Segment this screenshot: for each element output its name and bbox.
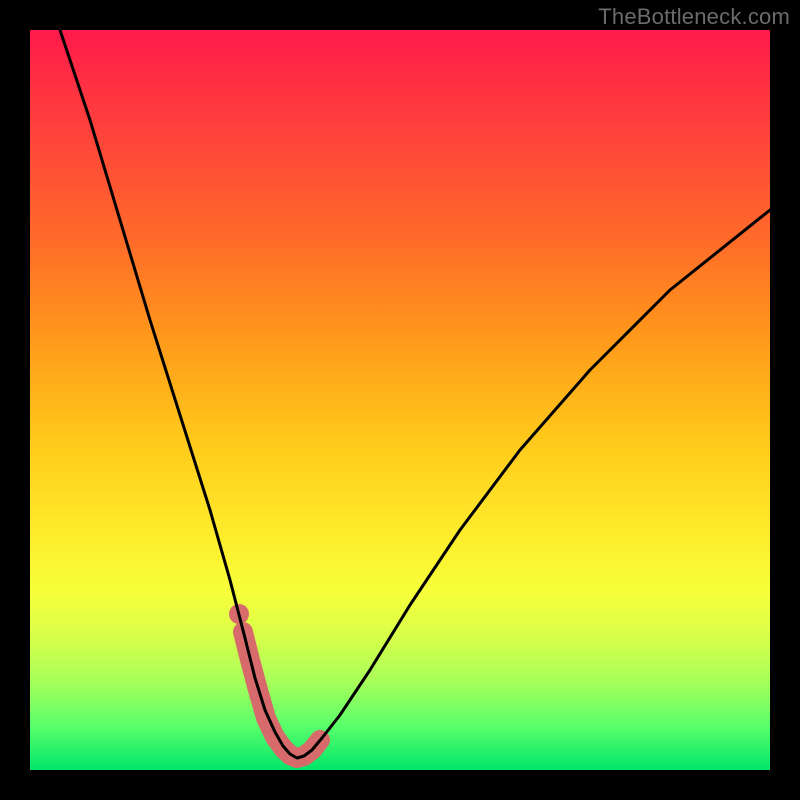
plot-area [30, 30, 770, 770]
highlight-band [243, 632, 320, 758]
chart-frame: TheBottleneck.com [0, 0, 800, 800]
bottleneck-curve [60, 30, 770, 758]
watermark-text: TheBottleneck.com [598, 4, 790, 30]
curve-svg [30, 30, 770, 770]
